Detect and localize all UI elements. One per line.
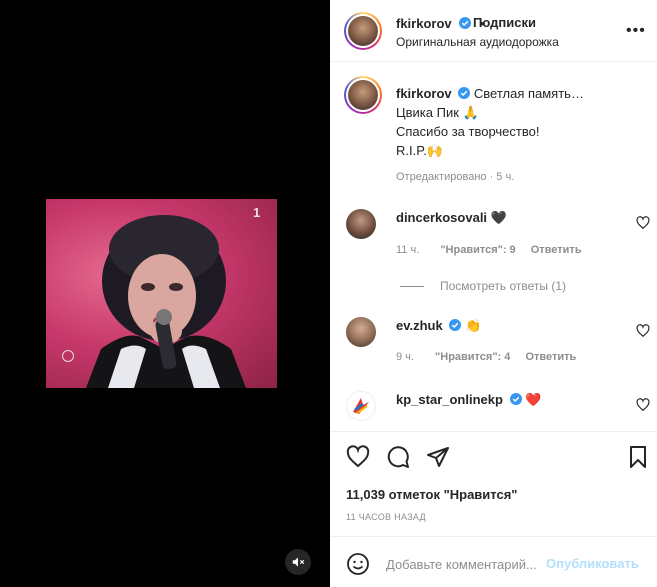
comment: dincerkosovali 🖤 (396, 210, 507, 226)
comment: ev.zhuk 👏 (396, 318, 481, 334)
emoji-icon[interactable] (346, 552, 370, 576)
comment-username[interactable]: kp_star_onlinekp (396, 392, 503, 407)
muted-speaker-icon (292, 557, 305, 567)
comment-text: 👏 (464, 318, 482, 333)
comment-username[interactable]: ev.zhuk (396, 318, 443, 333)
comment-likes[interactable]: "Нравится": 9 (440, 244, 515, 256)
like-comment-heart-icon[interactable] (636, 324, 650, 338)
share-send-icon[interactable] (426, 445, 450, 469)
verified-badge-icon (449, 319, 462, 331)
action-bar (330, 431, 657, 481)
watermark-icon (62, 350, 74, 362)
author-avatar[interactable] (344, 12, 382, 50)
view-replies-button[interactable]: Посмотреть ответы (1) (400, 279, 566, 293)
comment-form: Опубликовать (330, 536, 657, 587)
author-username[interactable]: fkirkorov (396, 16, 452, 31)
caption-line: R.I.P.🙌 (396, 143, 444, 158)
comment-meta: 11 ч. "Нравится": 9 Ответить (396, 244, 582, 256)
more-options-button[interactable]: ••• (626, 22, 646, 40)
like-heart-icon[interactable] (346, 445, 370, 469)
caption-text: fkirkorov Светлая память… Цвика Пик 🙏 Сп… (396, 84, 646, 160)
comment: kp_star_onlinekp ❤️ (396, 392, 541, 408)
caption-line: Цвика Пик 🙏 (396, 105, 479, 120)
verified-badge-icon (459, 17, 472, 29)
caption-username[interactable]: fkirkorov (396, 86, 452, 101)
like-comment-heart-icon[interactable] (636, 398, 650, 412)
verified-badge-icon (458, 87, 471, 99)
like-comment-heart-icon[interactable] (636, 216, 650, 230)
caption-line: Светлая память… (473, 86, 584, 101)
post-header: fkirkorov • Подписки Оригинальная аудиод… (330, 0, 657, 62)
comment-meta: 9 ч. "Нравится": 4 Ответить (396, 351, 576, 363)
reply-button[interactable]: Ответить (531, 244, 582, 256)
comment-avatar[interactable] (346, 209, 376, 239)
audio-label[interactable]: Оригинальная аудиодорожка (396, 35, 559, 49)
channel-logo-icon: 1 (253, 205, 261, 220)
save-bookmark-icon[interactable] (626, 445, 650, 469)
caption-author-avatar[interactable] (344, 76, 382, 114)
comment-time: 9 ч. (396, 351, 414, 363)
comment-avatar[interactable] (346, 317, 376, 347)
comment-username[interactable]: dincerkosovali (396, 210, 487, 225)
post-timestamp: 11 ЧАСОВ НАЗАД (346, 512, 426, 522)
comment-time: 11 ч. (396, 244, 420, 256)
likes-count[interactable]: 11,039 отметок "Нравится" (346, 487, 517, 502)
reply-button[interactable]: Ответить (525, 351, 576, 363)
caption-line: Спасибо за творчество! (396, 124, 540, 139)
verified-badge-icon (509, 393, 522, 405)
follow-button[interactable]: Подписки (473, 15, 536, 30)
comment-input[interactable] (386, 551, 546, 577)
post-media-panel[interactable]: 1 (0, 0, 330, 587)
comment-text: 🖤 (490, 210, 507, 225)
video-frame-image (86, 215, 246, 388)
comment-text: ❤️ (525, 392, 542, 407)
comment-bubble-icon[interactable] (386, 445, 410, 469)
star-logo-icon (353, 398, 369, 414)
caption-meta: Отредактировано · 5 ч. (396, 171, 515, 183)
publish-button[interactable]: Опубликовать (546, 556, 639, 571)
post-details-panel: fkirkorov • Подписки Оригинальная аудиод… (330, 0, 657, 587)
mute-button[interactable] (285, 549, 311, 575)
comment-likes[interactable]: "Нравится": 4 (435, 351, 510, 363)
video-player[interactable]: 1 (46, 199, 277, 388)
comment-avatar[interactable] (346, 391, 376, 421)
